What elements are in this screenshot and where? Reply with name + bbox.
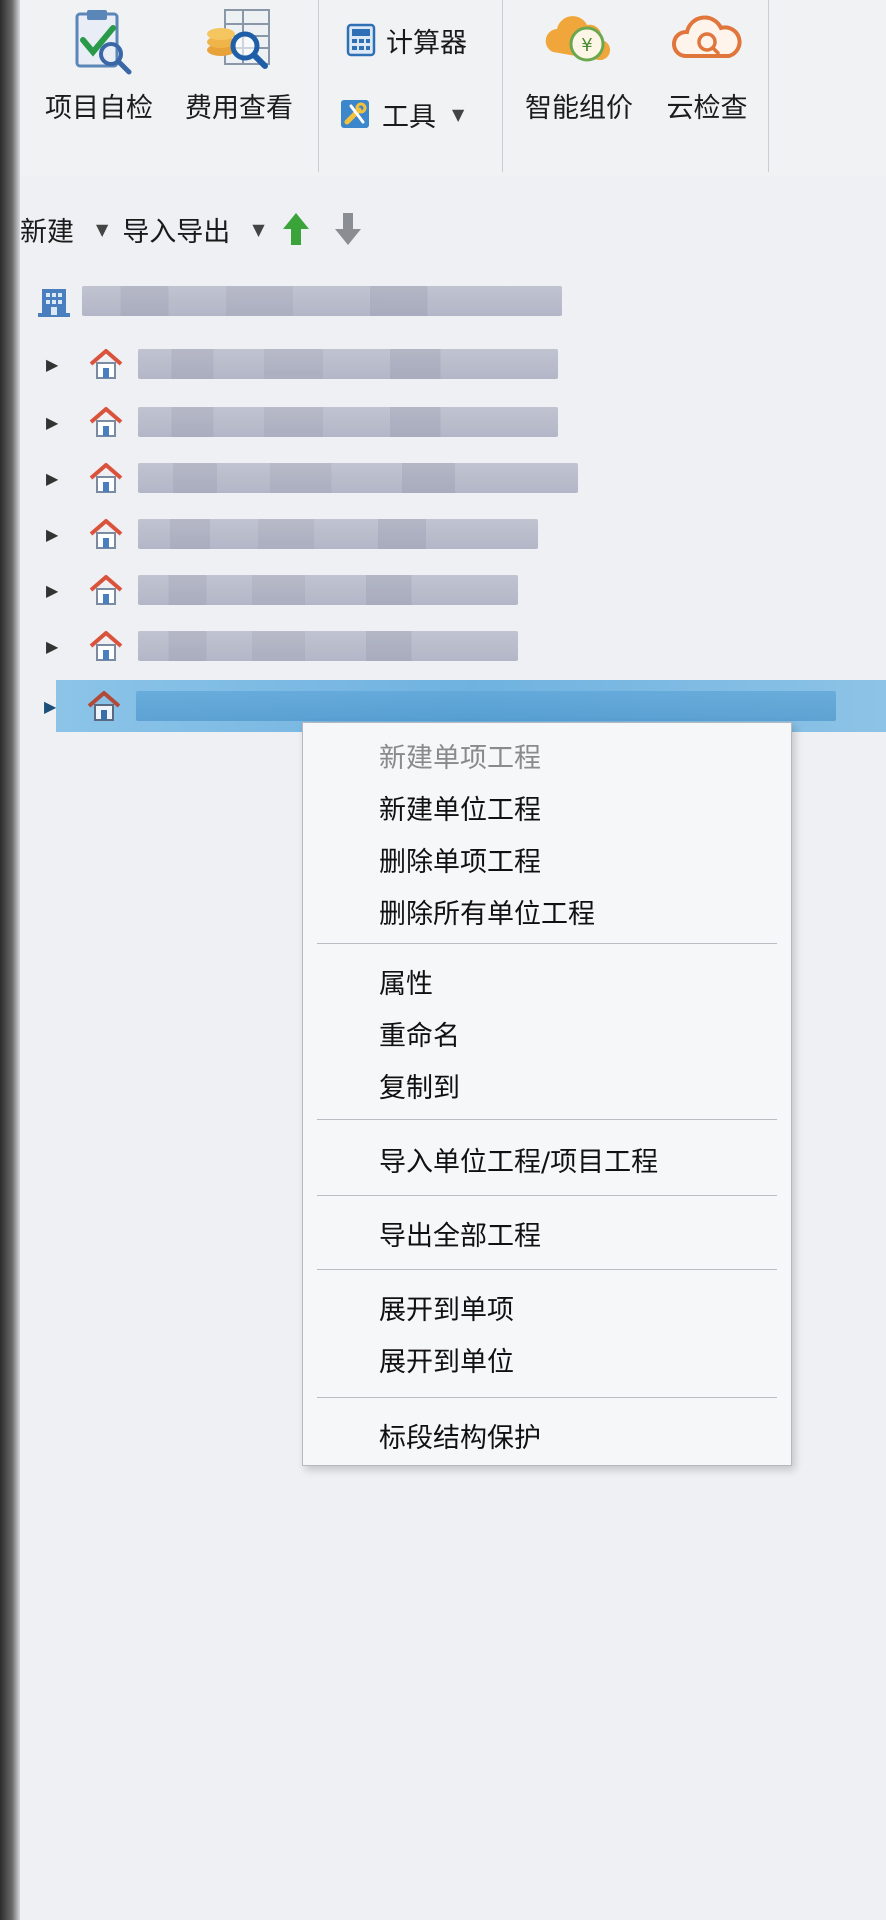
coins-cloud-icon: ¥	[545, 16, 611, 62]
tree-item[interactable]: ▶	[20, 508, 886, 560]
ribbon-toolbar: 项目自检 费用查看 计算器 工具 ▼ ¥ 智能组价 云检查	[20, 0, 886, 176]
smart-pricing-button[interactable]: ¥ 智能组价	[520, 6, 638, 126]
cost-view-button[interactable]: 费用查看	[180, 6, 298, 126]
house-icon	[89, 631, 123, 661]
smart-pricing-label: 智能组价	[525, 93, 633, 124]
menu-item-new-single-project: 新建单项工程	[303, 731, 791, 779]
tree-item[interactable]: ▶	[20, 338, 886, 390]
redacted-item-name	[136, 691, 836, 721]
house-icon	[89, 463, 123, 493]
redacted-item-name	[138, 519, 538, 549]
expand-arrow-icon[interactable]: ▶	[46, 469, 70, 488]
menu-item-delete-single-project[interactable]: 删除单项工程	[303, 835, 791, 883]
chevron-down-icon: ▼	[452, 104, 465, 124]
new-dropdown-button[interactable]: 新建 ▼	[20, 210, 108, 249]
context-menu: 新建单项工程 新建单位工程 删除单项工程 删除所有单位工程 属性 重命名 复制到…	[302, 722, 792, 1466]
new-label: 新建	[20, 216, 74, 248]
svg-text:¥: ¥	[581, 35, 592, 56]
tree-item[interactable]: ▶	[20, 396, 886, 448]
ribbon-separator	[502, 0, 503, 172]
menu-item-label: 删除单项工程	[379, 846, 541, 878]
redacted-item-name	[138, 349, 558, 379]
expand-arrow-icon[interactable]: ▶	[44, 697, 68, 716]
menu-item-section-structure-protect[interactable]: 标段结构保护	[303, 1411, 791, 1459]
move-up-arrow-icon[interactable]	[279, 209, 313, 249]
menu-separator	[317, 1397, 777, 1398]
menu-item-label: 导入单位工程/项目工程	[379, 1146, 659, 1178]
chevron-down-icon: ▼	[96, 219, 109, 239]
menu-item-label: 展开到单项	[379, 1294, 514, 1326]
tree-item[interactable]: ▶	[20, 452, 886, 504]
expand-arrow-icon[interactable]: ▶	[46, 525, 70, 544]
calculator-label: 计算器	[386, 27, 467, 59]
menu-item-expand-to-unit[interactable]: 展开到单位	[303, 1335, 791, 1383]
tools-label: 工具	[382, 101, 436, 133]
menu-item-label: 删除所有单位工程	[379, 898, 595, 930]
menu-item-delete-all-unit-projects[interactable]: 删除所有单位工程	[303, 887, 791, 935]
menu-item-label: 新建单项工程	[379, 742, 541, 774]
clipboard-check-icon	[75, 10, 132, 75]
cost-view-label: 费用查看	[185, 93, 293, 124]
redacted-item-name	[138, 631, 518, 661]
ribbon-separator	[318, 0, 319, 172]
import-export-dropdown-button[interactable]: 导入导出 ▼	[122, 210, 264, 249]
menu-item-expand-to-single[interactable]: 展开到单项	[303, 1283, 791, 1331]
project-self-check-button[interactable]: 项目自检	[40, 6, 158, 126]
building-icon	[38, 289, 70, 317]
menu-item-export-all[interactable]: 导出全部工程	[303, 1209, 791, 1257]
menu-separator	[317, 1195, 777, 1196]
tools-dropdown-button[interactable]: 工具 ▼	[338, 92, 464, 136]
menu-item-import-unit-project[interactable]: 导入单位工程/项目工程	[303, 1135, 791, 1183]
menu-item-label: 展开到单位	[379, 1346, 514, 1378]
tree-item[interactable]: ▶	[20, 620, 886, 672]
house-icon	[89, 349, 123, 379]
menu-item-label: 导出全部工程	[379, 1220, 541, 1252]
expand-arrow-icon[interactable]: ▶	[46, 637, 70, 656]
menu-item-label: 新建单位工程	[379, 794, 541, 826]
expand-arrow-icon[interactable]: ▶	[46, 413, 70, 432]
menu-item-properties[interactable]: 属性	[303, 957, 791, 1005]
menu-item-label: 标段结构保护	[379, 1422, 541, 1454]
cloud-check-label: 云检查	[666, 93, 748, 124]
menu-separator	[317, 1269, 777, 1270]
cloud-search-icon	[672, 15, 742, 58]
redacted-project-name	[82, 286, 562, 316]
menu-item-label: 重命名	[379, 1020, 460, 1052]
tools-icon	[341, 100, 369, 128]
redacted-item-name	[138, 575, 518, 605]
move-down-arrow-icon[interactable]	[331, 209, 365, 249]
cloud-check-button[interactable]: 云检查	[648, 6, 766, 126]
tree-toolbar: 新建 ▼ 导入导出 ▼	[20, 204, 383, 254]
ribbon-separator	[768, 0, 769, 172]
menu-separator	[317, 1119, 777, 1120]
house-icon	[89, 575, 123, 605]
spreadsheet-magnifier-icon	[207, 9, 270, 69]
window-left-edge	[0, 0, 20, 1920]
menu-item-label: 属性	[379, 968, 433, 1000]
house-icon	[89, 519, 123, 549]
house-icon	[89, 407, 123, 437]
menu-item-rename[interactable]: 重命名	[303, 1009, 791, 1057]
expand-arrow-icon[interactable]: ▶	[46, 581, 70, 600]
tree-item[interactable]: ▶	[20, 564, 886, 616]
calculator-icon	[346, 23, 376, 57]
menu-separator	[317, 943, 777, 944]
redacted-item-name	[138, 463, 578, 493]
menu-item-new-unit-project[interactable]: 新建单位工程	[303, 783, 791, 831]
redacted-item-name	[138, 407, 558, 437]
expand-arrow-icon[interactable]: ▶	[46, 355, 70, 374]
menu-item-label: 复制到	[379, 1072, 460, 1104]
calculator-button[interactable]: 计算器	[346, 18, 467, 62]
chevron-down-icon: ▼	[252, 219, 265, 239]
import-export-label: 导入导出	[122, 216, 231, 248]
menu-item-copy-to[interactable]: 复制到	[303, 1061, 791, 1109]
tree-root-project[interactable]	[36, 276, 562, 326]
house-icon	[87, 691, 121, 721]
project-self-check-label: 项目自检	[45, 93, 153, 124]
